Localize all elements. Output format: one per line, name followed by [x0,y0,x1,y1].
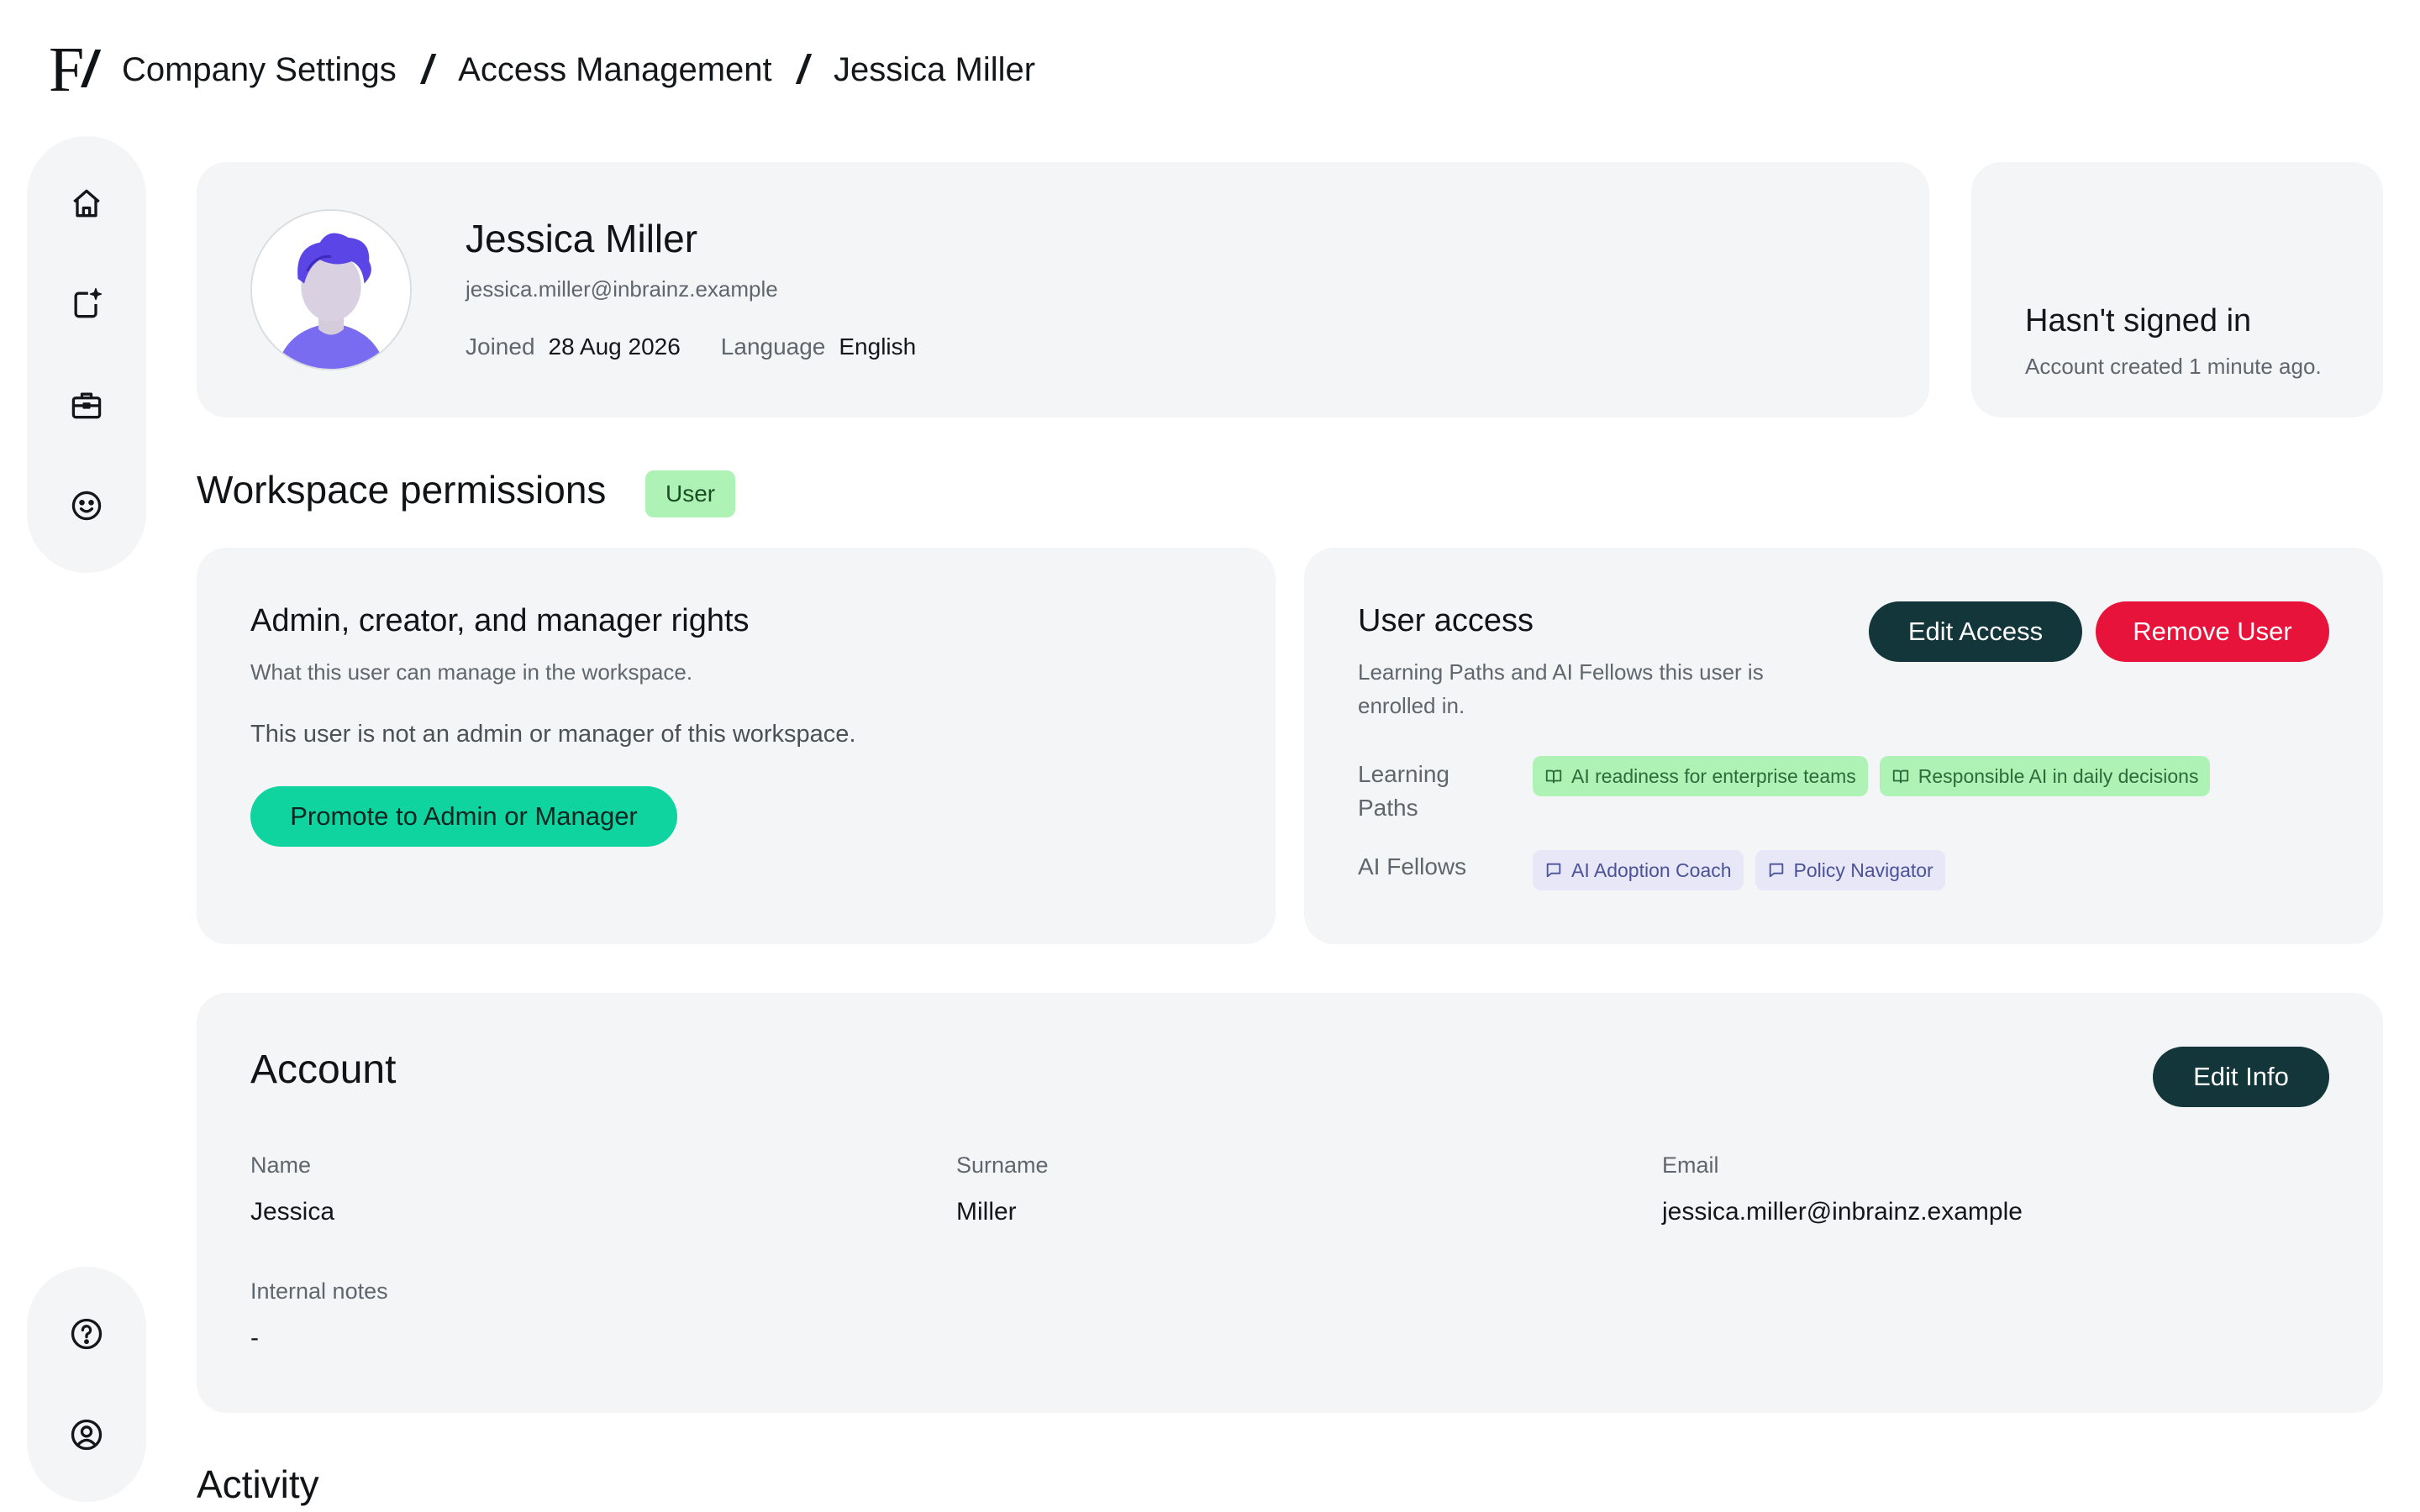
remove-user-button[interactable]: Remove User [2096,601,2329,662]
email-label: Email [1662,1152,1719,1178]
briefcase-icon [71,392,102,419]
ai-fellow-name: Policy Navigator [1793,858,1933,881]
workspace-permissions-title: Workspace permissions [197,468,607,512]
home-icon [73,189,100,218]
learning-path-name: AI readiness for enterprise teams [1571,764,1856,787]
user-circle-icon [71,1419,103,1451]
chat-bubble-icon [1769,863,1783,878]
name-label: Name [250,1152,312,1178]
user-full-name: Jessica Miller [466,217,698,260]
breadcrumb-separator: / [421,47,434,92]
avatar [250,209,412,370]
user-email: jessica.miller@inbrainz.example [466,276,778,302]
internal-notes-label: Internal notes [250,1278,388,1304]
ai-fellow-chip[interactable]: AI Adoption Coach [1533,850,1744,890]
book-icon [1545,769,1562,784]
nav-workspace[interactable] [61,380,112,430]
learning-path-chip[interactable]: AI readiness for enterprise teams [1533,756,1868,796]
nav-home[interactable] [61,178,112,228]
learning-path-name: Responsible AI in daily decisions [1918,764,2199,787]
user-access-subtitle: Learning Paths and AI Fellows this user … [1358,659,1764,718]
breadcrumb-access-management[interactable]: Access Management [458,51,772,89]
joined-date: 28 Aug 2026 [548,333,681,360]
ai-fellows-label: AI Fellows [1358,853,1467,879]
joined-label: Joined [466,333,535,360]
rights-note: This user is not an admin or manager of … [250,721,856,748]
name-value: Jessica [250,1198,335,1226]
edit-access-button[interactable]: Edit Access [1869,601,2082,662]
sparkle-document-icon [74,287,103,318]
rights-title: Admin, creator, and manager rights [250,603,750,638]
rights-subtitle: What this user can manage in the workspa… [250,659,693,685]
user-access-title: User access [1358,603,1534,638]
chat-bubble-icon [1546,863,1561,878]
book-icon [1892,769,1908,784]
user-profile-card: Jessica Miller jessica.miller@inbrainz.e… [197,162,1929,417]
rights-card: Admin, creator, and manager rights What … [197,548,1276,944]
user-avatar-illustration [252,211,410,369]
signin-status: Hasn't signed in [2025,303,2252,339]
help-circle-icon [71,1318,103,1350]
nav-help[interactable] [61,1309,112,1359]
account-created-note: Account created 1 minute ago. [2025,354,2322,379]
sidebar-nav-bottom [27,1267,146,1502]
surname-label: Surname [956,1152,1049,1178]
language-value: English [839,333,917,360]
breadcrumb-separator: / [797,47,808,92]
account-title: Account [250,1047,397,1092]
app-logo[interactable]: F / [49,38,97,102]
ai-fellows-list: AI Adoption Coach Policy Navigator [1533,850,1945,890]
sidebar-nav [27,136,146,573]
internal-notes-value: - [250,1324,259,1352]
surname-value: Miller [956,1198,1017,1226]
learning-paths-label: Learning Paths [1358,761,1449,821]
email-value: jessica.miller@inbrainz.example [1662,1198,2023,1226]
activity-title: Activity [197,1462,319,1506]
learning-path-chip[interactable]: Responsible AI in daily decisions [1879,756,2211,796]
learning-paths-list: AI readiness for enterprise teams Respon… [1533,756,2211,796]
promote-button[interactable]: Promote to Admin or Manager [250,786,677,847]
role-badge: User [645,470,736,517]
nav-fellows[interactable] [61,480,112,531]
breadcrumb-current-user: Jessica Miller [834,50,1036,88]
nav-profile[interactable] [61,1410,112,1460]
breadcrumb: F / Company Settings / Access Management … [49,29,1035,111]
user-meta: Joined 28 Aug 2026 Language English [466,333,956,360]
breadcrumb-company-settings[interactable]: Company Settings [122,51,397,89]
edit-info-button[interactable]: Edit Info [2153,1047,2329,1107]
language-label: Language [720,333,826,360]
nav-create[interactable] [61,279,112,329]
user-access-card: User access Learning Paths and AI Fellow… [1304,548,2383,944]
ai-fellow-chip[interactable]: Policy Navigator [1754,850,1945,890]
smiley-icon [71,491,102,521]
ai-fellow-name: AI Adoption Coach [1571,858,1732,881]
signin-status-card: Hasn't signed in Account created 1 minut… [1971,162,2383,417]
account-card: Account Edit Info Name Jessica Surname M… [197,993,2383,1413]
